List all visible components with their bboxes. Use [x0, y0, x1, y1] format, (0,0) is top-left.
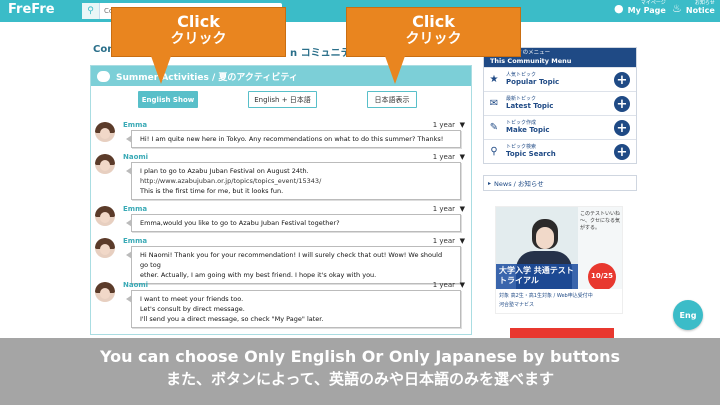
topic-title: Summer Activities / 夏のアクティビティ	[116, 72, 298, 83]
topic-card: Summer Activities / 夏のアクティビティ English Sh…	[90, 65, 472, 335]
post-time: 1 year	[432, 237, 455, 245]
caret-down-icon[interactable]: ▼	[460, 237, 465, 245]
post-text: I plan to go to Azabu Juban Festival on …	[140, 167, 309, 175]
post-bubble: Hi! I am quite new here in Tokyo. Any re…	[126, 130, 461, 149]
magnifier-icon: ⚲	[490, 146, 498, 157]
callout-arrow	[385, 56, 405, 84]
caret-down-icon[interactable]: ▼	[460, 205, 465, 213]
mypage-link[interactable]: ● マイページ My Page	[614, 1, 666, 15]
ad-headline: 大学入学 共通テストトライアル	[496, 264, 578, 290]
post-author[interactable]: Emma	[123, 237, 147, 245]
post-text: Let's consult by direct message.	[140, 305, 245, 314]
avatar[interactable]	[95, 238, 115, 258]
post-time: 1 year	[432, 281, 455, 289]
caption-line-en: You can choose Only English Or Only Japa…	[99, 347, 621, 366]
post-time: 1 year	[432, 205, 455, 213]
menu-item-en: Make Topic	[506, 126, 550, 135]
user-icon: ●	[614, 1, 624, 15]
community-sidebar: コミュニティのメニュー This Community Menu ★ 人気トピック…	[483, 47, 637, 191]
post-bubble: Emma,would you like to go to Azabu Juban…	[126, 214, 461, 233]
menu-item-topic-search[interactable]: ⚲ トピック検索 Topic Search +	[484, 139, 636, 163]
plus-icon[interactable]: +	[614, 120, 630, 136]
plus-icon[interactable]: +	[614, 96, 630, 112]
avatar[interactable]	[95, 122, 115, 142]
mypage-label: My Page	[627, 6, 666, 15]
language-buttons: English Show English + 日本語 日本語表示	[91, 91, 471, 109]
post-time: 1 year	[432, 121, 455, 129]
callout-arrow	[151, 56, 171, 84]
post-author[interactable]: Emma	[123, 121, 147, 129]
caption-overlay: You can choose Only English Or Only Japa…	[0, 338, 720, 405]
post-text: ether. Actually, I am going with my best…	[140, 271, 377, 280]
menu-item-popular-topic[interactable]: ★ 人気トピック Popular Topic +	[484, 67, 636, 91]
post-text: This is the first time for me, but it lo…	[140, 187, 284, 196]
callout-jp: クリック	[170, 31, 227, 48]
ad-banner[interactable]: このテストいいね～、クセになる気がする。 大学入学 共通テストトライアル 10/…	[495, 206, 623, 314]
callout-jp: クリック	[405, 31, 462, 48]
triangle-right-icon: ▸	[488, 179, 492, 187]
post-time: 1 year	[432, 153, 455, 161]
ad-footer: 対象 高2生・高1生対象 / Web申込受付中 河合塾マナビス	[496, 289, 622, 313]
news-link[interactable]: ▸ News / お知らせ	[483, 175, 637, 191]
post-author[interactable]: Naomi	[123, 153, 148, 161]
english-only-button[interactable]: English Show	[138, 91, 198, 108]
avatar[interactable]	[95, 206, 115, 226]
star-icon: ★	[489, 74, 499, 85]
click-callout: Click クリック	[111, 7, 286, 57]
post-bubble: I plan to go to Azabu Juban Festival on …	[126, 162, 461, 201]
eng-toggle-button[interactable]: Eng	[673, 300, 703, 330]
chat-bubbles-icon: ✉	[489, 98, 499, 109]
menu-title-en: This Community Menu	[490, 56, 572, 65]
menu-item-en: Latest Topic	[506, 102, 554, 111]
caret-down-icon[interactable]: ▼	[460, 281, 465, 289]
click-callout: Click クリック	[346, 7, 521, 57]
avatar[interactable]	[95, 282, 115, 302]
plus-icon[interactable]: +	[614, 72, 630, 88]
caret-down-icon[interactable]: ▼	[460, 121, 465, 129]
callout-en: Click	[177, 12, 220, 31]
post-bubble: Hi Naomi! Thank you for your recommendat…	[126, 246, 461, 285]
ad-tagline: このテストいいね～、クセになる気がする。	[580, 211, 621, 231]
post-link[interactable]: http://www.azabujuban.or.jp/topics/topic…	[140, 176, 452, 186]
post-author[interactable]: Naomi	[123, 281, 148, 289]
logo[interactable]: FreFre	[8, 2, 55, 17]
news-label: News / お知らせ	[494, 180, 544, 188]
post-bubble: I want to meet your friends too. Let's c…	[126, 290, 461, 329]
search-icon[interactable]: ⚲	[82, 3, 100, 19]
menu-item-latest-topic[interactable]: ✉ 最新トピック Latest Topic +	[484, 91, 636, 115]
callout-en: Click	[412, 12, 455, 31]
caption-line-jp: また、ボタンによって、英語のみや日本語のみを選べます	[165, 370, 555, 388]
ad-date-badge: 10/25	[588, 263, 616, 291]
post-text: Hi Naomi! Thank you for your recommendat…	[140, 251, 443, 270]
notice-link[interactable]: ♨ お知らせ Notice	[672, 1, 715, 15]
plus-icon[interactable]: +	[614, 144, 630, 160]
post-text: Emma,would you like to go to Azabu Juban…	[140, 219, 340, 227]
topic-header: Summer Activities / 夏のアクティビティ	[91, 66, 471, 86]
caret-down-icon[interactable]: ▼	[460, 153, 465, 161]
ad-footer-line: 対象 高2生・高1生対象 / Web申込受付中	[499, 293, 593, 299]
menu-item-en: Topic Search	[506, 150, 556, 159]
menu-item-en: Popular Topic	[506, 78, 560, 87]
menu-item-make-topic[interactable]: ✎ トピック作成 Make Topic +	[484, 115, 636, 139]
pencil-icon: ✎	[489, 122, 499, 133]
bell-icon: ♨	[672, 1, 682, 15]
speech-bubble-icon	[97, 70, 110, 82]
english-japanese-button[interactable]: English + 日本語	[248, 91, 317, 108]
post-text: Hi! I am quite new here in Tokyo. Any re…	[140, 135, 444, 143]
ad-footer-line: 河合塾マナビス	[499, 302, 535, 308]
notice-label: Notice	[685, 6, 715, 15]
post-text: I want to meet your friends too.	[140, 295, 244, 303]
ad-banner-secondary[interactable]	[510, 328, 614, 338]
post-text: I'll send you a direct message, so check…	[140, 315, 324, 324]
avatar[interactable]	[95, 154, 115, 174]
community-menu: コミュニティのメニュー This Community Menu ★ 人気トピック…	[483, 47, 637, 164]
post-author[interactable]: Emma	[123, 205, 147, 213]
japanese-only-button[interactable]: 日本語表示	[367, 91, 417, 108]
